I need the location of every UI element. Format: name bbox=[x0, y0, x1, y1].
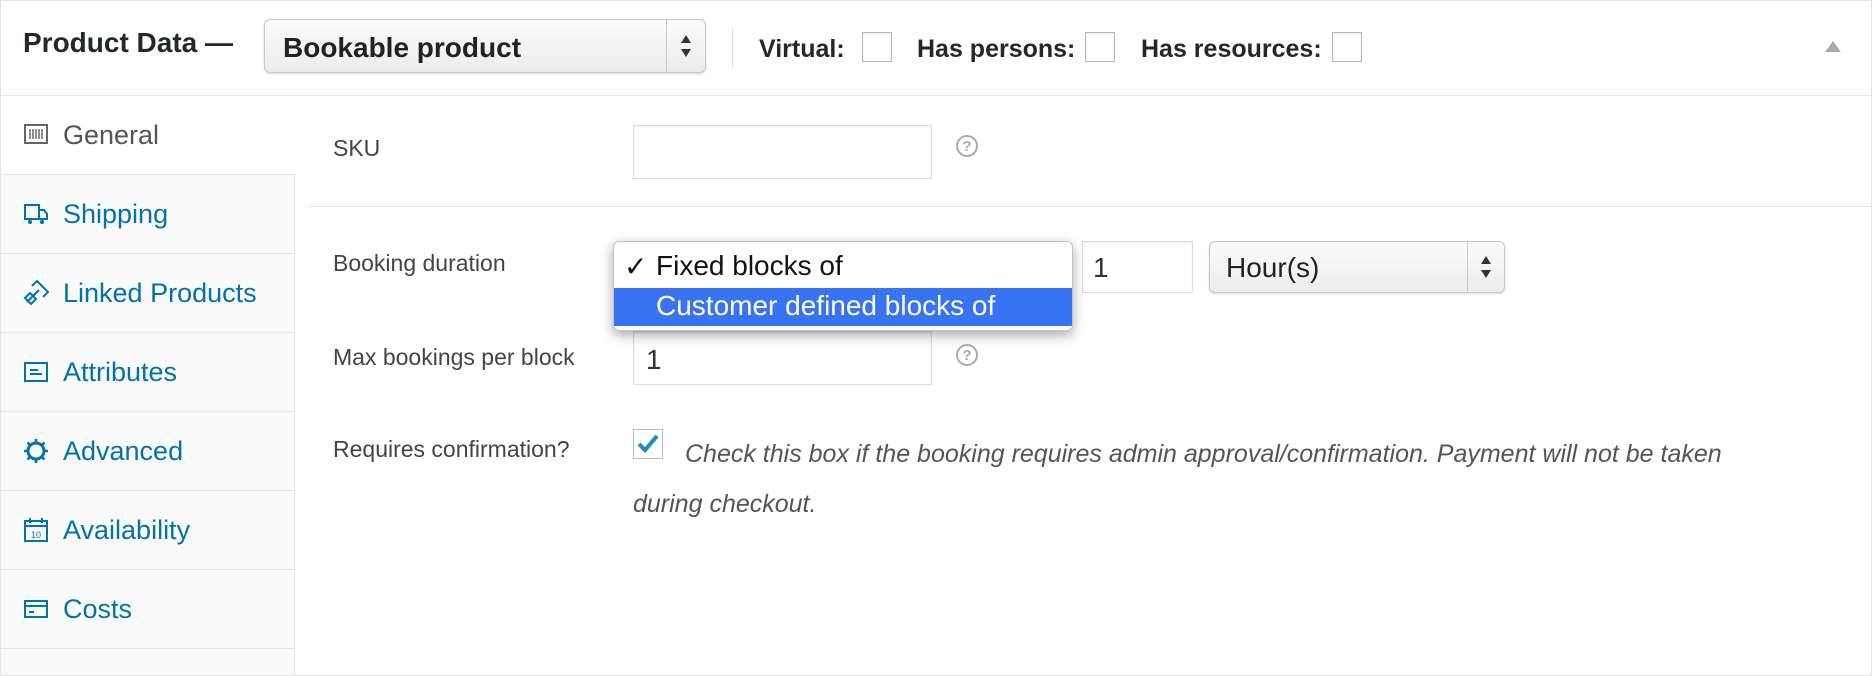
sku-help-icon[interactable]: ? bbox=[956, 135, 978, 157]
tab-label: Linked Products bbox=[63, 278, 257, 308]
max-bookings-label: Max bookings per block bbox=[333, 344, 575, 370]
option-label: Fixed blocks of bbox=[656, 250, 843, 281]
has-persons-label: Has persons: bbox=[917, 35, 1076, 63]
dropdown-option-fixed[interactable]: ✓ Fixed blocks of bbox=[614, 248, 1072, 286]
max-bookings-value: 1 bbox=[646, 344, 662, 375]
booking-duration-label: Booking duration bbox=[333, 250, 506, 276]
requires-confirmation-description: Check this box if the booking requires a… bbox=[633, 440, 1722, 518]
tab-label: Availability bbox=[63, 515, 191, 545]
check-mark-icon: ✓ bbox=[624, 251, 648, 282]
panel-title: Product Data — bbox=[23, 27, 234, 58]
duration-type-dropdown[interactable]: ✓ Fixed blocks of Customer defined block… bbox=[613, 241, 1073, 331]
product-type-select[interactable]: Bookable product bbox=[264, 19, 706, 73]
tab-shipping[interactable]: Shipping bbox=[1, 175, 294, 254]
card-icon bbox=[23, 596, 49, 622]
header-separator bbox=[732, 29, 733, 67]
product-type-value: Bookable product bbox=[283, 32, 522, 63]
tab-general[interactable]: General bbox=[1, 96, 295, 175]
tab-label: Costs bbox=[63, 594, 133, 624]
has-resources-checkbox[interactable] bbox=[1332, 32, 1362, 62]
barcode-icon bbox=[23, 122, 49, 148]
product-data-tabs: General Shipping Linked Products Attribu… bbox=[1, 96, 295, 675]
gear-icon bbox=[23, 438, 49, 464]
collapse-toggle-icon[interactable] bbox=[1825, 41, 1841, 52]
tab-label: Attributes bbox=[63, 357, 178, 387]
truck-icon bbox=[23, 201, 49, 227]
requires-confirmation-label: Requires confirmation? bbox=[333, 436, 570, 462]
tab-label: Advanced bbox=[63, 436, 184, 466]
sku-input[interactable] bbox=[633, 125, 932, 179]
tab-linked-products[interactable]: Linked Products bbox=[1, 254, 294, 333]
product-data-header: Product Data — Bookable product Virtual:… bbox=[1, 1, 1871, 96]
virtual-label: Virtual: bbox=[759, 35, 845, 63]
duration-value-input[interactable]: 1 bbox=[1082, 241, 1193, 293]
select-arrows-icon bbox=[666, 20, 705, 72]
tab-attributes[interactable]: Attributes bbox=[1, 333, 294, 412]
tab-availability[interactable]: 10 Availability bbox=[1, 491, 294, 570]
has-resources-label: Has resources: bbox=[1141, 35, 1322, 63]
tab-advanced[interactable]: Advanced bbox=[1, 412, 294, 491]
sku-label: SKU bbox=[333, 135, 381, 161]
has-persons-checkbox[interactable] bbox=[1085, 32, 1115, 62]
svg-text:10: 10 bbox=[31, 530, 41, 540]
duration-value-text: 1 bbox=[1093, 252, 1109, 283]
section-divider bbox=[308, 206, 1871, 207]
max-bookings-input[interactable]: 1 bbox=[633, 331, 932, 385]
product-data-panel: Product Data — Bookable product Virtual:… bbox=[0, 0, 1872, 676]
calendar-icon: 10 bbox=[23, 517, 49, 543]
duration-unit-value: Hour(s) bbox=[1226, 252, 1320, 283]
attributes-icon bbox=[23, 359, 49, 385]
dropdown-option-customer-defined[interactable]: Customer defined blocks of bbox=[614, 288, 1072, 326]
tab-costs[interactable]: Costs bbox=[1, 570, 294, 649]
tab-label: General bbox=[63, 120, 160, 150]
max-bookings-help-icon[interactable]: ? bbox=[956, 344, 978, 366]
option-label: Customer defined blocks of bbox=[656, 290, 996, 321]
duration-unit-select[interactable]: Hour(s) bbox=[1209, 241, 1505, 293]
link-icon bbox=[23, 279, 50, 306]
virtual-checkbox[interactable] bbox=[862, 32, 892, 62]
select-arrows-icon bbox=[1467, 242, 1504, 292]
tab-label: Shipping bbox=[63, 199, 169, 229]
